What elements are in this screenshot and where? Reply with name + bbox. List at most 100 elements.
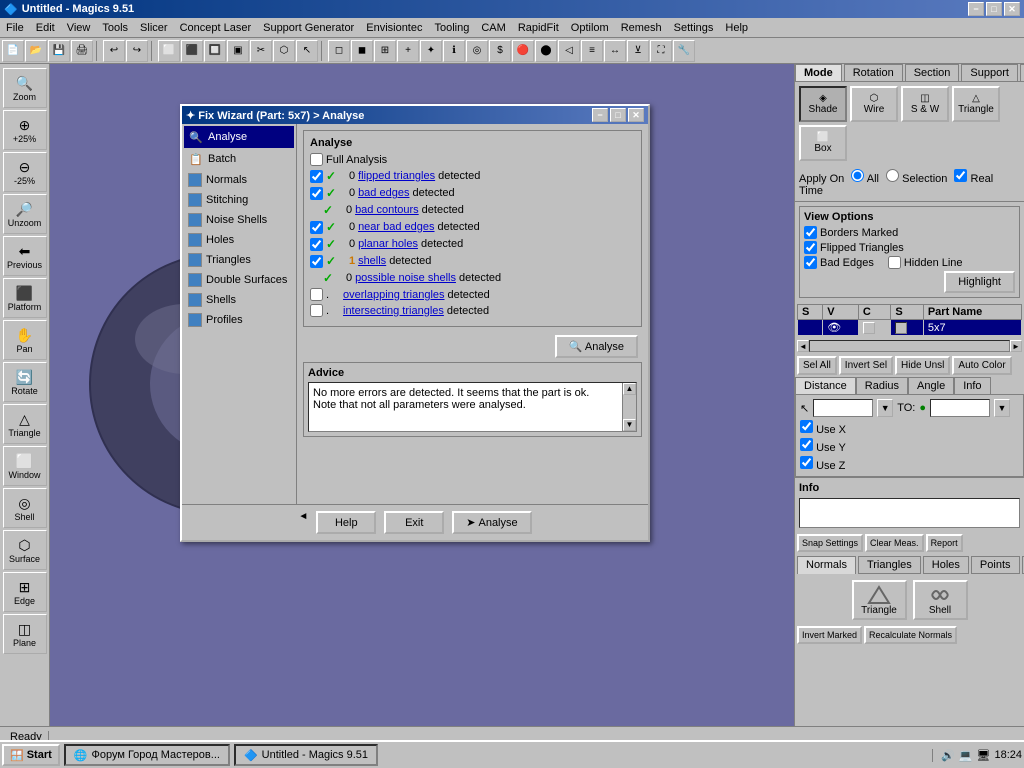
use-y-label[interactable]: Use Y [800, 438, 1019, 454]
tab-grid[interactable]: Grid [1020, 64, 1024, 81]
mode-box-btn[interactable]: ⬜ Box [799, 125, 847, 161]
mode-shade-btn[interactable]: ◈ Shade [799, 86, 847, 122]
hide-unsl-btn[interactable]: Hide Unsl [895, 356, 950, 375]
horizontal-scrollbar[interactable]: ◄ ► [797, 340, 1022, 352]
realtime-checkbox[interactable] [954, 169, 967, 182]
tb-new[interactable]: 📄 [2, 40, 24, 62]
advice-scroll-up[interactable]: ▲ [623, 383, 636, 395]
normal-shell-btn[interactable]: Shell [913, 580, 968, 620]
tb-s15[interactable]: ⛶ [650, 40, 672, 62]
dist-from-input[interactable] [813, 399, 873, 417]
normal-triangle-btn[interactable]: Triangle [852, 580, 907, 620]
norm-tab-holes[interactable]: Holes [923, 556, 969, 574]
full-analysis-checkbox[interactable] [310, 153, 323, 166]
close-button[interactable]: ✕ [1004, 2, 1020, 16]
exit-button[interactable]: Exit [384, 511, 444, 534]
dist-to-dropdown[interactable]: ▼ [994, 399, 1010, 417]
sidebar-item-batch[interactable]: 📋 Batch [184, 148, 294, 170]
auto-color-btn[interactable]: Auto Color [952, 356, 1011, 375]
snap-settings-btn[interactable]: Snap Settings [797, 534, 863, 552]
dist-tab-distance[interactable]: Distance [795, 377, 856, 394]
minimize-button[interactable]: − [968, 2, 984, 16]
sidebar-item-shells[interactable]: Shells [184, 290, 294, 310]
dialog-nav-prev[interactable]: ◄ [298, 511, 308, 534]
scroll-right-btn[interactable]: ► [1010, 340, 1022, 352]
tool-triangle[interactable]: △ Triangle [3, 404, 47, 444]
overlapping-checkbox[interactable] [310, 288, 323, 301]
dialog-close-btn[interactable]: ✕ [628, 108, 644, 122]
tb-s3[interactable]: ⊞ [374, 40, 396, 62]
recalculate-normals-btn[interactable]: Recalculate Normals [864, 626, 957, 644]
menu-remesh[interactable]: Remesh [615, 20, 668, 36]
analyse-main-btn[interactable]: 🔍 Analyse [555, 335, 638, 358]
tb-s14[interactable]: ⊻ [627, 40, 649, 62]
sel-all-btn[interactable]: Sel All [797, 356, 837, 375]
report-btn[interactable]: Report [926, 534, 963, 552]
sidebar-item-normals[interactable]: Normals [184, 170, 294, 190]
apply-selection-radio[interactable] [886, 169, 899, 182]
apply-selection-label[interactable]: Selection [886, 173, 950, 185]
menu-support-gen[interactable]: Support Generator [257, 20, 360, 36]
scroll-left-btn[interactable]: ◄ [797, 340, 809, 352]
tb-ptr[interactable]: ↖ [296, 40, 318, 62]
tb-s7[interactable]: ◎ [466, 40, 488, 62]
bad-edges-view-checkbox[interactable] [804, 256, 817, 269]
norm-tab-normals[interactable]: Normals [797, 556, 856, 574]
footer-analyse-btn[interactable]: ➤ Analyse [452, 511, 531, 534]
tb-select[interactable]: ⬡ [273, 40, 295, 62]
taskbar-item-magics[interactable]: 🔷 Untitled - Magics 9.51 [234, 744, 378, 766]
tool-plane[interactable]: ◫ Plane [3, 614, 47, 654]
near-bad-edges-checkbox[interactable] [310, 221, 323, 234]
tb-save[interactable]: 💾 [48, 40, 70, 62]
tb-s11[interactable]: ◁ [558, 40, 580, 62]
tb-s13[interactable]: ↔ [604, 40, 626, 62]
tb-undo[interactable]: ↩ [103, 40, 125, 62]
table-row[interactable]: 👁 5x7 [798, 320, 1022, 336]
shells-link[interactable]: shells [358, 255, 386, 267]
flipped-triangles-view-checkbox[interactable] [804, 241, 817, 254]
sidebar-item-double-surfaces[interactable]: Double Surfaces [184, 270, 294, 290]
sidebar-item-profiles[interactable]: Profiles [184, 310, 294, 330]
near-bad-edges-link[interactable]: near bad edges [358, 221, 434, 233]
tb-s10[interactable]: ⬤ [535, 40, 557, 62]
clear-meas-btn[interactable]: Clear Meas. [865, 534, 924, 552]
bad-edges-checkbox[interactable] [310, 187, 323, 200]
tb-s6[interactable]: ℹ [443, 40, 465, 62]
tool-zoom[interactable]: 🔍 Zoom [3, 68, 47, 108]
tb-s12[interactable]: ≡ [581, 40, 603, 62]
planar-holes-checkbox[interactable] [310, 238, 323, 251]
shells-checkbox[interactable] [310, 255, 323, 268]
use-z-label[interactable]: Use Z [800, 456, 1019, 472]
bad-contours-link[interactable]: bad contours [355, 204, 419, 216]
tool-zoom-out[interactable]: ⊖ -25% [3, 152, 47, 192]
tool-edge[interactable]: ⊞ Edge [3, 572, 47, 612]
menu-cam[interactable]: CAM [475, 20, 511, 36]
advice-scrollbar[interactable]: ▲ ▼ [622, 383, 636, 431]
apply-all-label[interactable]: All [851, 173, 882, 185]
tool-previous[interactable]: ⬅ Previous [3, 236, 47, 276]
tool-shell[interactable]: ◎ Shell [3, 488, 47, 528]
start-button[interactable]: 🪟 Start [2, 744, 60, 766]
advice-scroll-down[interactable]: ▼ [623, 419, 636, 431]
borders-marked-checkbox[interactable] [804, 226, 817, 239]
tab-section[interactable]: Section [905, 64, 960, 81]
dialog-min-btn[interactable]: − [592, 108, 608, 122]
flipped-triangles-link[interactable]: flipped triangles [358, 170, 435, 182]
tool-platform[interactable]: ⬛ Platform [3, 278, 47, 318]
tb-redo[interactable]: ↪ [126, 40, 148, 62]
menu-file[interactable]: File [0, 20, 30, 36]
tb-print[interactable]: 🖨 [71, 40, 93, 62]
hidden-line-checkbox[interactable] [888, 256, 901, 269]
dist-from-dropdown[interactable]: ▼ [877, 399, 893, 417]
overlapping-link[interactable]: overlapping triangles [343, 289, 445, 301]
use-z-checkbox[interactable] [800, 456, 813, 469]
tb-view5[interactable]: ✂ [250, 40, 272, 62]
sidebar-item-triangles[interactable]: Triangles [184, 250, 294, 270]
maximize-button[interactable]: □ [986, 2, 1002, 16]
tb-view4[interactable]: ▣ [227, 40, 249, 62]
sidebar-item-holes[interactable]: Holes [184, 230, 294, 250]
bad-edges-link[interactable]: bad edges [358, 187, 409, 199]
tb-view3[interactable]: 🔲 [204, 40, 226, 62]
mode-sw-btn[interactable]: ◫ S & W [901, 86, 949, 122]
tb-s8[interactable]: $ [489, 40, 511, 62]
